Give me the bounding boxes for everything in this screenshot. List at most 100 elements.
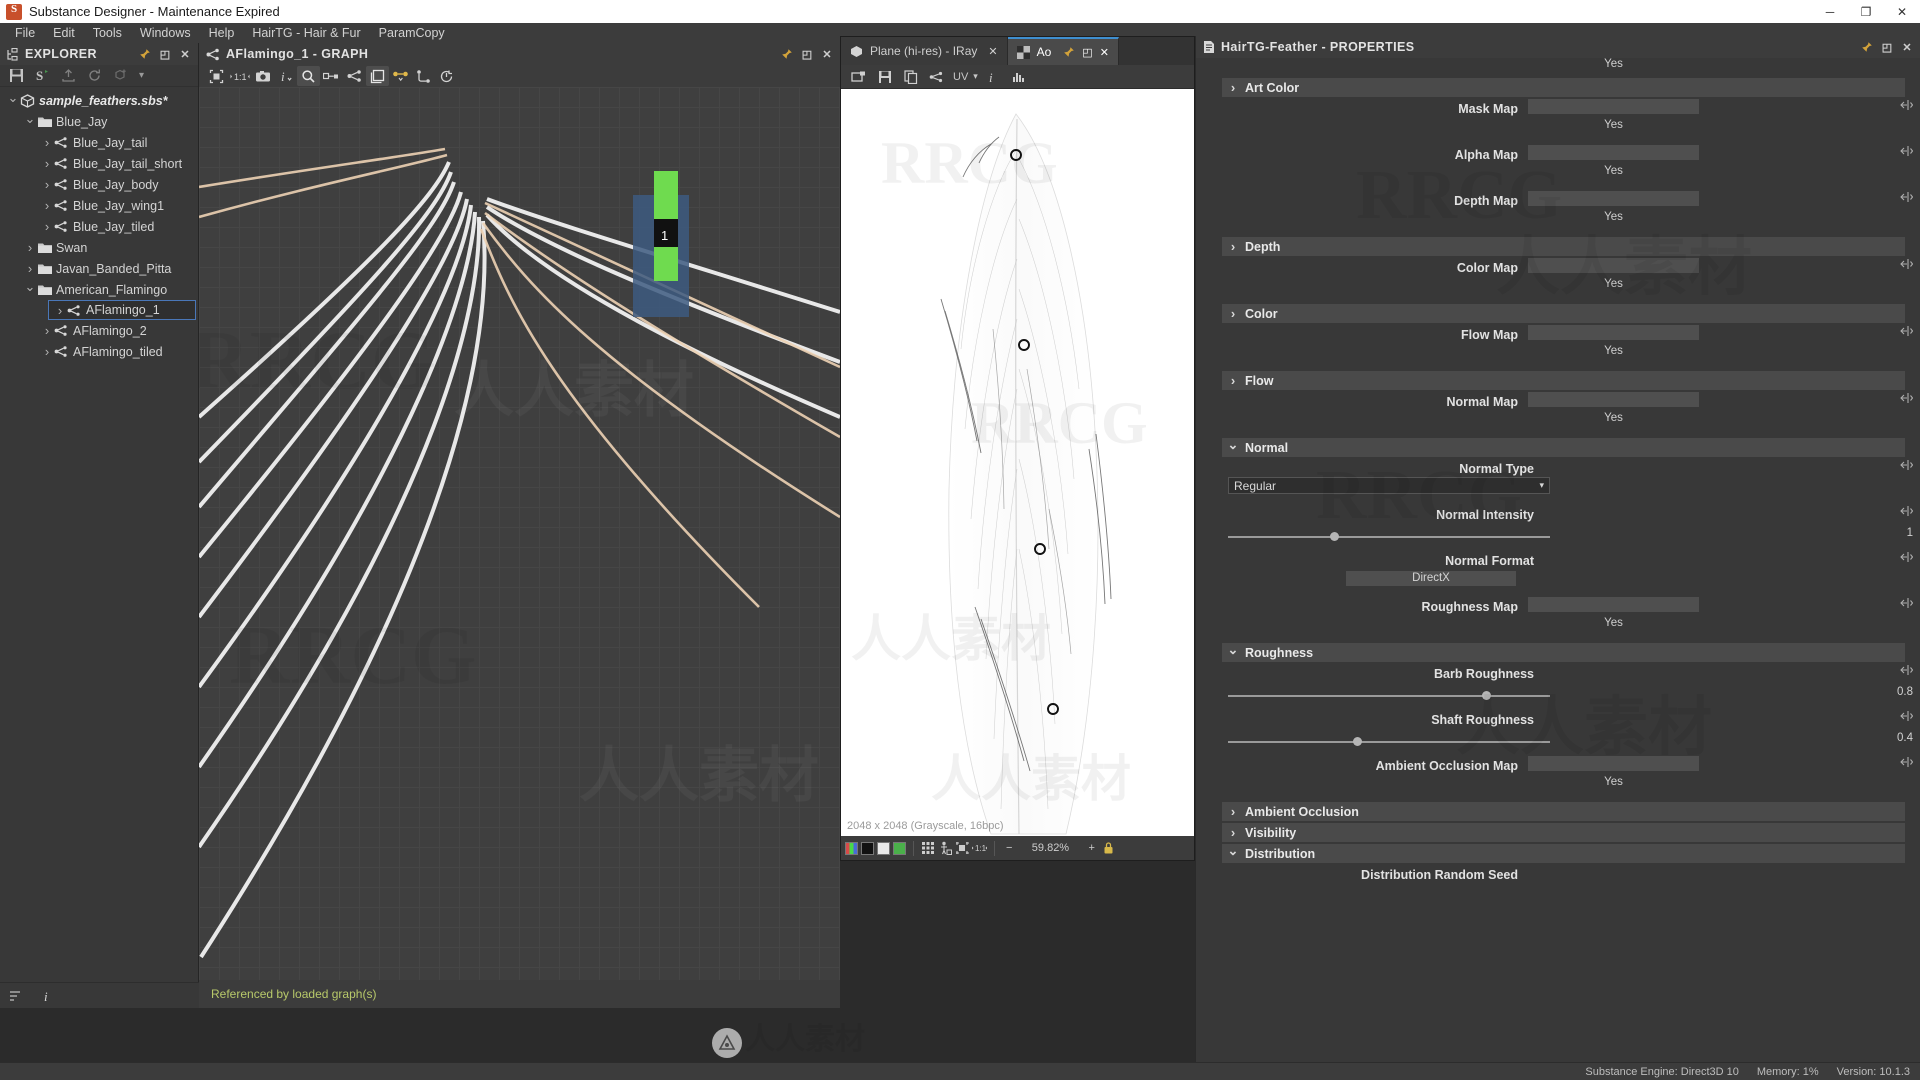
section-color[interactable]: Color bbox=[1222, 304, 1905, 323]
normal-format-button[interactable]: DirectX bbox=[1346, 571, 1516, 586]
reset-icon[interactable] bbox=[1900, 551, 1913, 563]
black-swatch[interactable] bbox=[861, 841, 874, 855]
tree-item-blue-jay[interactable]: Blue_Jay bbox=[0, 111, 198, 132]
save-icon[interactable] bbox=[873, 67, 896, 87]
slider-track[interactable] bbox=[1228, 736, 1550, 748]
chevron-right-icon[interactable] bbox=[40, 135, 54, 150]
zoom-in-button[interactable]: + bbox=[1084, 842, 1098, 854]
chevron-right-icon[interactable] bbox=[40, 177, 54, 192]
chevron-right-icon[interactable] bbox=[40, 156, 54, 171]
chevron-right-icon[interactable] bbox=[1226, 804, 1240, 819]
map-button[interactable] bbox=[1528, 258, 1699, 273]
chevron-down-icon[interactable] bbox=[1226, 440, 1240, 456]
minimize-button[interactable]: ─ bbox=[1812, 0, 1848, 23]
reset-icon[interactable] bbox=[1900, 325, 1913, 337]
camera-icon[interactable] bbox=[251, 66, 274, 86]
chevron-right-icon[interactable] bbox=[1226, 373, 1240, 388]
chevron-right-icon[interactable] bbox=[40, 198, 54, 213]
map-button[interactable] bbox=[1528, 392, 1699, 407]
section-art-color[interactable]: Art Color bbox=[1222, 78, 1905, 97]
lock-icon[interactable] bbox=[1102, 841, 1115, 855]
reset-icon[interactable] bbox=[1900, 145, 1913, 157]
info-icon[interactable]: i bbox=[274, 66, 297, 86]
tree-item-aflamingo-2[interactable]: AFlamingo_2 bbox=[0, 320, 198, 341]
reset-icon[interactable] bbox=[1900, 597, 1913, 609]
grid-icon[interactable] bbox=[921, 841, 935, 855]
chevron-right-icon[interactable] bbox=[40, 323, 54, 338]
layers-icon[interactable] bbox=[366, 66, 389, 86]
chevron-down-icon[interactable] bbox=[23, 282, 37, 298]
properties-list[interactable]: YesArt ColorMask MapYesAlpha MapYesDepth… bbox=[1196, 58, 1920, 1062]
section-visibility[interactable]: Visibility bbox=[1222, 823, 1905, 842]
graph-canvas[interactable]: 1 RRCG RRCG 人人素材 人人素材 bbox=[199, 87, 840, 980]
chevron-right-icon[interactable] bbox=[1226, 80, 1240, 95]
map-button[interactable] bbox=[1528, 756, 1699, 771]
tab-plane-hires-iray[interactable]: Plane (hi-res) - IRay ✕ bbox=[841, 37, 1008, 65]
section-roughness[interactable]: Roughness bbox=[1222, 643, 1905, 662]
chevron-down-icon[interactable] bbox=[23, 114, 37, 130]
sort-icon[interactable] bbox=[8, 989, 22, 1003]
maximize-button[interactable]: ❐ bbox=[1848, 0, 1884, 23]
reset-icon[interactable] bbox=[1900, 505, 1913, 517]
path-icon[interactable] bbox=[412, 66, 435, 86]
menu-item-windows[interactable]: Windows bbox=[131, 23, 200, 43]
ratio-1-1-icon[interactable]: 1:1 bbox=[228, 66, 251, 86]
menu-item-edit[interactable]: Edit bbox=[44, 23, 84, 43]
tab-ao[interactable]: Ao ◰ ✕ bbox=[1007, 37, 1119, 65]
graph-float-button[interactable]: ◰ bbox=[798, 45, 816, 63]
person-icon[interactable] bbox=[938, 841, 952, 855]
properties-close-button[interactable]: ✕ bbox=[1898, 38, 1916, 56]
reset-icon[interactable] bbox=[1900, 756, 1913, 768]
graph-close-button[interactable]: ✕ bbox=[818, 45, 836, 63]
map-button[interactable] bbox=[1528, 191, 1699, 206]
map-button[interactable] bbox=[1528, 325, 1699, 340]
graph-nodes-icon[interactable] bbox=[343, 66, 366, 86]
info-icon[interactable]: i bbox=[40, 989, 54, 1003]
histogram-icon[interactable] bbox=[1007, 67, 1030, 87]
reset-icon[interactable] bbox=[1900, 392, 1913, 404]
reset-icon[interactable] bbox=[1900, 258, 1913, 270]
menu-item-file[interactable]: File bbox=[6, 23, 44, 43]
explorer-pin-button[interactable] bbox=[136, 45, 154, 63]
rgb-swatch[interactable] bbox=[845, 841, 858, 855]
move-icon[interactable]: 1:1 bbox=[972, 841, 987, 855]
slider-knob[interactable] bbox=[1353, 737, 1362, 746]
reset-icon[interactable] bbox=[1900, 459, 1913, 471]
green-swatch[interactable] bbox=[893, 841, 906, 855]
map-button[interactable] bbox=[1528, 145, 1699, 160]
chevron-right-icon[interactable] bbox=[40, 344, 54, 359]
menu-item-hairtg-hair-fur[interactable]: HairTG - Hair & Fur bbox=[243, 23, 369, 43]
tab-close-icon[interactable]: ✕ bbox=[988, 45, 997, 58]
tree-item-aflamingo-tiled[interactable]: AFlamingo_tiled bbox=[0, 341, 198, 362]
explorer-float-button[interactable]: ◰ bbox=[156, 45, 174, 63]
section-depth[interactable]: Depth bbox=[1222, 237, 1905, 256]
tree-item-sample-feathers-sbs[interactable]: sample_feathers.sbs* bbox=[0, 90, 198, 111]
reset-icon[interactable] bbox=[1900, 664, 1913, 676]
chevron-down-icon[interactable]: ▾ bbox=[1539, 480, 1544, 491]
viewer-canvas[interactable]: RRCG RRCG 人人素材 人人素材 bbox=[841, 89, 1194, 837]
map-button[interactable] bbox=[1528, 99, 1699, 114]
chevron-right-icon[interactable] bbox=[1226, 306, 1240, 321]
refresh-icon[interactable] bbox=[87, 68, 102, 83]
copy-icon[interactable] bbox=[899, 67, 922, 87]
gray-swatch[interactable] bbox=[877, 841, 890, 855]
close-button[interactable]: ✕ bbox=[1884, 0, 1920, 23]
map-button[interactable] bbox=[1528, 597, 1699, 612]
reset-icon[interactable] bbox=[1900, 710, 1913, 722]
info-icon[interactable]: i bbox=[981, 67, 1004, 87]
slider-knob[interactable] bbox=[1482, 691, 1491, 700]
section-distribution[interactable]: Distribution bbox=[1222, 844, 1905, 863]
tab-pin-icon[interactable] bbox=[1063, 46, 1075, 58]
slider-knob[interactable] bbox=[1330, 532, 1339, 541]
tab-float-icon[interactable]: ◰ bbox=[1082, 46, 1092, 59]
chevron-right-icon[interactable] bbox=[1226, 825, 1240, 840]
tree-item-javan-banded-pitta[interactable]: Javan_Banded_Pitta bbox=[0, 258, 198, 279]
explorer-close-button[interactable]: ✕ bbox=[176, 45, 194, 63]
chevron-right-icon[interactable] bbox=[1226, 239, 1240, 254]
tile-icon[interactable] bbox=[955, 841, 969, 855]
upload-icon[interactable] bbox=[61, 68, 76, 83]
normal-type-select[interactable]: Regular ▾ bbox=[1228, 477, 1550, 494]
section-normal[interactable]: Normal bbox=[1222, 438, 1905, 457]
section-flow[interactable]: Flow bbox=[1222, 371, 1905, 390]
select-icon[interactable] bbox=[205, 66, 228, 86]
